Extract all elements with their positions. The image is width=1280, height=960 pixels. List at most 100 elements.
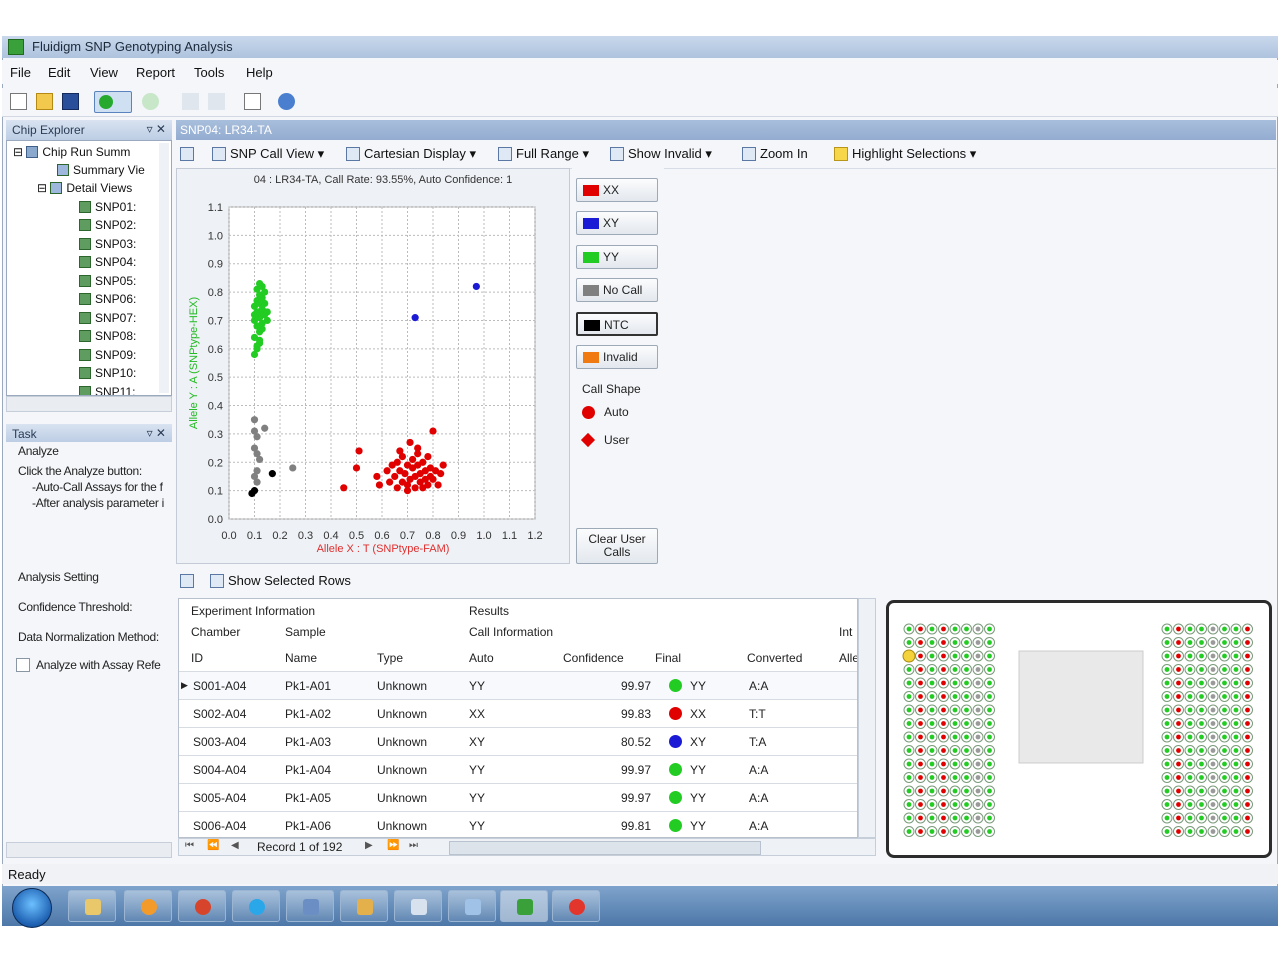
- taskbar-browser[interactable]: [178, 890, 226, 922]
- point-xx[interactable]: [401, 470, 409, 478]
- point-no-call[interactable]: [250, 416, 259, 424]
- point-xx[interactable]: [414, 444, 422, 452]
- col-header-name[interactable]: Name: [285, 651, 317, 665]
- legend-yy-button[interactable]: YY: [576, 245, 658, 269]
- taskbar-explorer[interactable]: [68, 890, 116, 922]
- cell-final[interactable]: YY: [669, 791, 706, 805]
- taskbar-paint[interactable]: [340, 890, 388, 922]
- tree-item-snp07[interactable]: SNP07:: [79, 311, 136, 325]
- chip-map[interactable]: [886, 600, 1272, 858]
- table-row[interactable]: S003-A04 Pk1-A03 Unknown XY 80.52 XY T:A: [179, 727, 857, 756]
- tree-item-snp05[interactable]: SNP05:: [79, 274, 136, 288]
- legend-no-call-button[interactable]: No Call: [576, 278, 658, 302]
- tree-item-snp11[interactable]: SNP11:: [79, 385, 135, 395]
- cell-final[interactable]: YY: [669, 679, 706, 693]
- tree-item-snp06[interactable]: SNP06:: [79, 292, 136, 306]
- point-yy[interactable]: [263, 316, 271, 325]
- menu-report[interactable]: Report: [136, 65, 175, 80]
- point-xx[interactable]: [386, 478, 394, 486]
- pin-close-icon[interactable]: ▿ ✕: [147, 122, 166, 136]
- tree-item-detail-views[interactable]: ⊟ Detail Views: [37, 181, 132, 195]
- point-xx[interactable]: [429, 475, 437, 483]
- point-xx[interactable]: [352, 464, 361, 472]
- point-xx[interactable]: [340, 484, 348, 492]
- grid-view-icon[interactable]: [180, 146, 198, 161]
- tree-item-snp10[interactable]: SNP10:: [79, 366, 136, 380]
- point-no-call[interactable]: [253, 478, 261, 486]
- point-xy[interactable]: [472, 282, 480, 291]
- task-horizontal-scrollbar[interactable]: [6, 842, 172, 858]
- point-xx[interactable]: [434, 481, 442, 489]
- start-button[interactable]: [12, 888, 52, 928]
- tree-item-snp04[interactable]: SNP04:: [79, 255, 136, 269]
- tree-vertical-scrollbar[interactable]: [159, 143, 169, 393]
- col-header-auto[interactable]: Auto: [469, 651, 494, 665]
- cartesian-display-dropdown[interactable]: Cartesian Display ▾: [346, 146, 476, 162]
- selected-chip-well[interactable]: [902, 649, 916, 663]
- menu-edit[interactable]: Edit: [48, 65, 70, 80]
- tree-horizontal-scrollbar[interactable]: [6, 396, 172, 412]
- taskbar-skype[interactable]: [232, 890, 280, 922]
- grid-toggle-icon[interactable]: [180, 573, 198, 588]
- col-header-converted[interactable]: Converted: [747, 651, 802, 665]
- point-ntc[interactable]: [268, 470, 276, 478]
- point-yy[interactable]: [263, 308, 271, 316]
- analyze-button[interactable]: [94, 91, 132, 113]
- cell-final[interactable]: XX: [669, 707, 706, 721]
- point-xx[interactable]: [406, 438, 414, 447]
- next-record-icon[interactable]: ▶: [365, 840, 373, 851]
- point-no-call[interactable]: [253, 433, 261, 441]
- col-header-confidence[interactable]: Confidence: [563, 651, 624, 665]
- table-row[interactable]: S005-A04 Pk1-A05 Unknown YY 99.97 YY A:A: [179, 783, 857, 812]
- legend-ntc-button[interactable]: NTC: [576, 312, 658, 336]
- col-header-final[interactable]: Final: [655, 651, 681, 665]
- clear-user-calls-button[interactable]: Clear User Calls: [576, 528, 658, 564]
- redo-icon[interactable]: [208, 93, 225, 110]
- point-xx[interactable]: [429, 427, 437, 435]
- prev-record-icon[interactable]: ◀: [231, 840, 239, 851]
- scatter-plot[interactable]: 04 : LR34-TA, Call Rate: 93.55%, Auto Co…: [177, 169, 571, 565]
- point-no-call[interactable]: [261, 424, 269, 432]
- table-row[interactable]: S002-A04 Pk1-A02 Unknown XX 99.83 XX T:T: [179, 699, 857, 728]
- point-xx[interactable]: [396, 447, 404, 455]
- point-xx[interactable]: [409, 455, 417, 464]
- point-xx[interactable]: [411, 484, 419, 492]
- tree-item-snp03[interactable]: SNP03:: [79, 237, 136, 251]
- analyze-with-assay-checkbox[interactable]: [16, 658, 30, 672]
- point-xx[interactable]: [393, 484, 401, 492]
- point-no-call[interactable]: [289, 464, 297, 472]
- taskbar-window[interactable]: [394, 890, 442, 922]
- point-xx[interactable]: [403, 487, 412, 495]
- point-xx[interactable]: [424, 481, 432, 489]
- point-xx[interactable]: [375, 481, 384, 489]
- report-icon[interactable]: [244, 93, 261, 110]
- refresh-icon[interactable]: [142, 93, 159, 110]
- tree-item-snp08[interactable]: SNP08:: [79, 329, 136, 343]
- taskbar-media[interactable]: [124, 890, 172, 922]
- point-xx[interactable]: [383, 467, 391, 475]
- point-xx[interactable]: [393, 458, 401, 466]
- last-record-icon[interactable]: ⏭: [409, 840, 418, 851]
- table-horizontal-scrollbar[interactable]: [449, 841, 761, 855]
- taskbar-fluidigm[interactable]: [500, 890, 548, 922]
- table-vertical-scrollbar[interactable]: [858, 598, 876, 838]
- table-row[interactable]: S006-A04 Pk1-A06 Unknown YY 99.81 YY A:A: [179, 811, 857, 837]
- point-xx[interactable]: [437, 470, 445, 478]
- tree-item-snp02[interactable]: SNP02:: [79, 218, 136, 232]
- new-file-icon[interactable]: [10, 93, 27, 110]
- table-row[interactable]: ▶ S001-A04 Pk1-A01 Unknown YY 99.97 YY A…: [179, 671, 857, 700]
- point-xy[interactable]: [411, 314, 419, 322]
- help-globe-icon[interactable]: [278, 93, 295, 110]
- taskbar-remote[interactable]: [286, 890, 334, 922]
- point-no-call[interactable]: [256, 455, 264, 464]
- point-xx[interactable]: [419, 458, 427, 466]
- table-row[interactable]: S004-A04 Pk1-A04 Unknown YY 99.97 YY A:A: [179, 755, 857, 784]
- tree-item-snp01[interactable]: SNP01:: [79, 200, 136, 214]
- cell-final[interactable]: XY: [669, 735, 706, 749]
- prev-page-icon[interactable]: ⏪: [207, 840, 219, 851]
- undo-icon[interactable]: [182, 93, 199, 110]
- tree-item-snp09[interactable]: SNP09:: [79, 348, 136, 362]
- point-xx[interactable]: [355, 447, 363, 455]
- point-ntc[interactable]: [248, 489, 256, 498]
- point-xx[interactable]: [373, 472, 381, 481]
